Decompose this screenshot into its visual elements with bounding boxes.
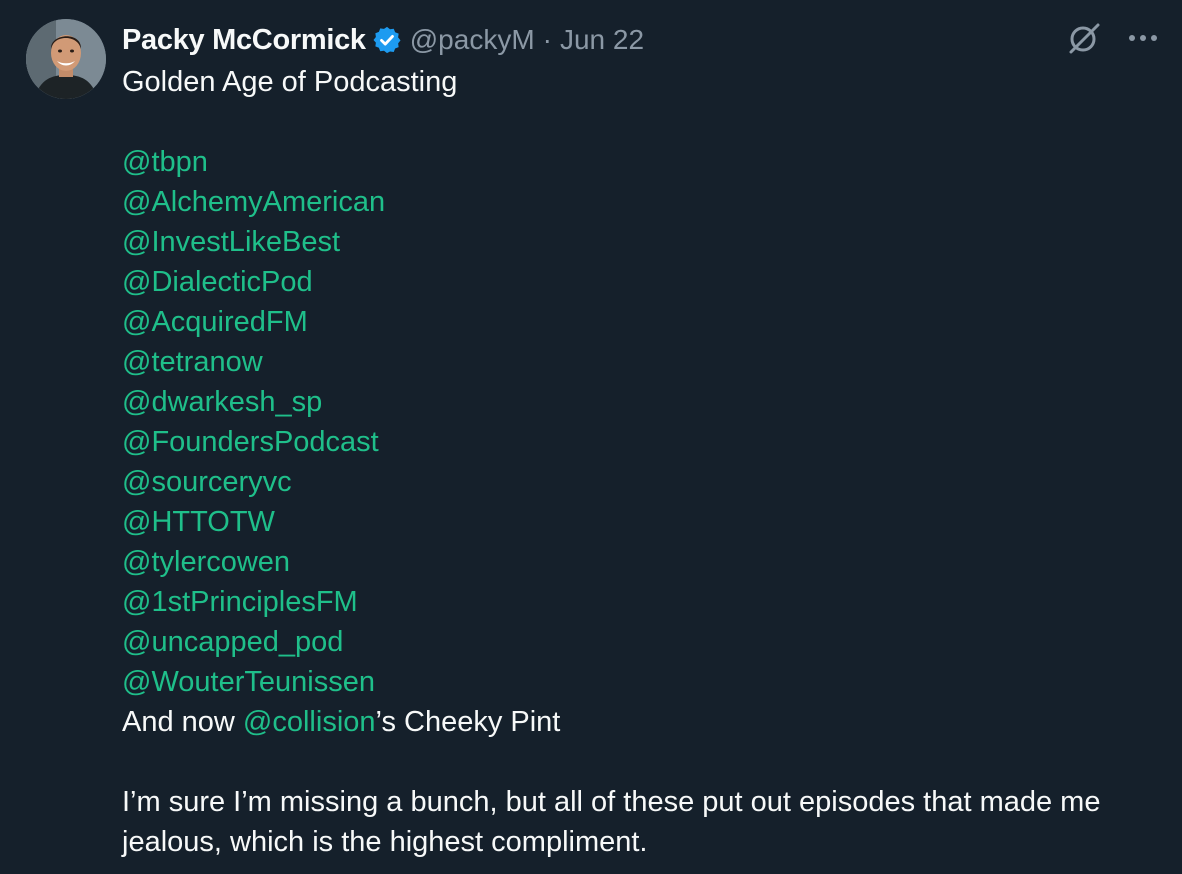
avatar[interactable]	[26, 19, 106, 99]
mention-link[interactable]: @WouterTeunissen	[122, 666, 375, 698]
mention-link[interactable]: @DialecticPod	[122, 266, 313, 298]
mention-link[interactable]: @sourceryvc	[122, 466, 292, 498]
separator-dot: ·	[542, 24, 552, 55]
mention-link[interactable]: @HTTOTW	[122, 506, 275, 538]
tweet-actions	[1066, 20, 1158, 56]
tweet-heading: Golden Age of Podcasting	[122, 66, 458, 98]
and-now-suffix: ’s Cheeky Pint	[375, 706, 561, 738]
and-now-line: And now @collision’s Cheeky Pint	[122, 702, 1162, 742]
mention-link[interactable]: @AcquiredFM	[122, 306, 308, 338]
more-options-icon[interactable]	[1128, 33, 1158, 43]
mention-link[interactable]: @FoundersPodcast	[122, 426, 379, 458]
tweet-text: Golden Age of Podcasting @tbpn @AlchemyA…	[122, 62, 1162, 862]
tweet-date[interactable]: Jun 22	[560, 24, 644, 56]
mention-link-collision[interactable]: @collision	[243, 706, 376, 738]
avatar-photo	[26, 19, 106, 99]
author-handle[interactable]: @packyM	[410, 24, 535, 56]
tweet-header: Packy McCormick @packyM · Jun 22	[122, 20, 644, 60]
author-name[interactable]: Packy McCormick	[122, 24, 366, 57]
mention-link[interactable]: @1stPrinciplesFM	[122, 586, 358, 618]
closing-paragraph: I’m sure I’m missing a bunch, but all of…	[122, 786, 1101, 858]
mention-link[interactable]: @InvestLikeBest	[122, 226, 340, 258]
and-now-prefix: And now	[122, 706, 243, 738]
mention-link[interactable]: @uncapped_pod	[122, 626, 343, 658]
verified-badge-icon	[372, 25, 402, 55]
mention-link[interactable]: @tetranow	[122, 346, 263, 378]
mention-link[interactable]: @tylercowen	[122, 546, 290, 578]
mention-link[interactable]: @AlchemyAmerican	[122, 186, 385, 218]
mention-link[interactable]: @tbpn	[122, 146, 208, 178]
grok-icon[interactable]	[1066, 20, 1102, 56]
mention-link[interactable]: @dwarkesh_sp	[122, 386, 322, 418]
